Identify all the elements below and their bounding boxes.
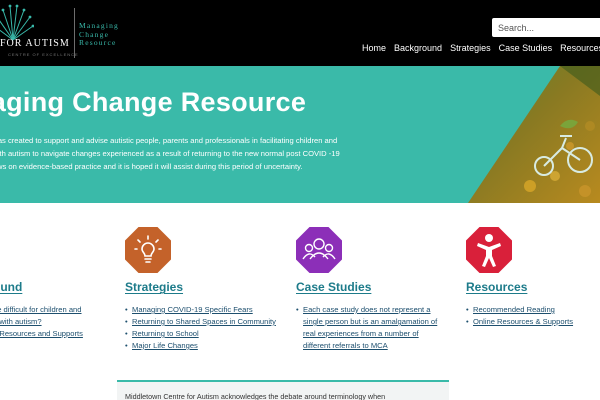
case-study-link[interactable]: Each case study does not represent a sin…	[296, 304, 461, 352]
list-item: Returning to Shared Spaces in Community	[125, 316, 290, 328]
resource-link[interactable]: Online Resources & Supports	[466, 316, 600, 328]
hero-text-line: e with autism to navigate changes experi…	[0, 149, 340, 158]
logo-tagline: CENTRE OF EXCELLENCE	[8, 52, 79, 57]
main-nav: Home Background Strategies Case Studies …	[362, 43, 600, 53]
background-heading[interactable]: ound	[0, 280, 22, 294]
site-title[interactable]: Managing Change Resource	[79, 21, 119, 48]
strategy-link[interactable]: Returning to Shared Spaces in Community	[125, 316, 290, 328]
terminology-note: Middletown Centre for Autism acknowledge…	[117, 380, 449, 400]
case-study-line: different referrals to MCA	[303, 341, 388, 350]
logo-org-name: FOR AUTISM	[0, 38, 70, 49]
list-item: Recommended Reading	[466, 304, 600, 316]
hero-banner: naging Change Resource e was created to …	[0, 66, 600, 203]
hero-description: e was created to support and advise auti…	[0, 134, 386, 173]
case-study-line: real experiences from a number of	[303, 329, 419, 338]
site-title-line: Resource	[79, 38, 117, 47]
strategy-link[interactable]: Managing COVID-19 Specific Fears	[125, 304, 290, 316]
nav-strategies[interactable]: Strategies	[450, 43, 491, 53]
site-header: FOR AUTISM CENTRE OF EXCELLENCE Managing…	[0, 0, 600, 66]
list-item: Returning to School	[125, 328, 290, 340]
terminology-note-text: Middletown Centre for Autism acknowledge…	[125, 392, 386, 400]
case-studies-heading[interactable]: Case Studies	[296, 280, 371, 294]
search-input[interactable]	[492, 18, 600, 38]
logo-burst-icon[interactable]	[0, 4, 34, 42]
hero-text-line: e was created to support and advise auti…	[0, 136, 338, 145]
search-box[interactable]	[492, 18, 600, 38]
case-studies-description: Each case study does not represent a sin…	[296, 304, 461, 352]
resources-heading[interactable]: Resources	[466, 280, 527, 294]
list-item: Each case study does not represent a sin…	[296, 304, 461, 352]
nav-resources[interactable]: Resources	[560, 43, 600, 53]
person-icon[interactable]	[466, 227, 512, 273]
hero-text-line: draws on evidence-based practice and it …	[0, 162, 303, 171]
list-item: Online Resources & Supports	[466, 316, 600, 328]
strategies-links: Managing COVID-19 Specific Fears Returni…	[125, 304, 290, 352]
case-study-line: single person but is an amalgamation of	[303, 317, 438, 326]
strategy-link[interactable]: Returning to School	[125, 328, 290, 340]
case-study-line: Each case study does not represent a	[303, 305, 431, 314]
list-item: Major Life Changes	[125, 340, 290, 352]
nav-case-studies[interactable]: Case Studies	[499, 43, 553, 53]
list-item: Managing COVID-19 Specific Fears	[125, 304, 290, 316]
group-icon[interactable]	[296, 227, 342, 273]
resources-links: Recommended Reading Online Resources & S…	[466, 304, 600, 328]
background-link[interactable]: ge difficult for children and	[0, 305, 82, 314]
background-link[interactable]: g Resources and Supports	[0, 329, 83, 338]
nav-background[interactable]: Background	[394, 43, 442, 53]
hero-title: naging Change Resource	[0, 87, 307, 117]
nav-home[interactable]: Home	[362, 43, 386, 53]
lightbulb-icon[interactable]	[125, 227, 171, 273]
resource-link[interactable]: Recommended Reading	[466, 304, 600, 316]
strategy-link[interactable]: Major Life Changes	[125, 340, 290, 352]
background-link[interactable]: e with autism?	[0, 317, 42, 326]
strategies-heading[interactable]: Strategies	[125, 280, 183, 294]
logo-divider	[74, 8, 75, 58]
